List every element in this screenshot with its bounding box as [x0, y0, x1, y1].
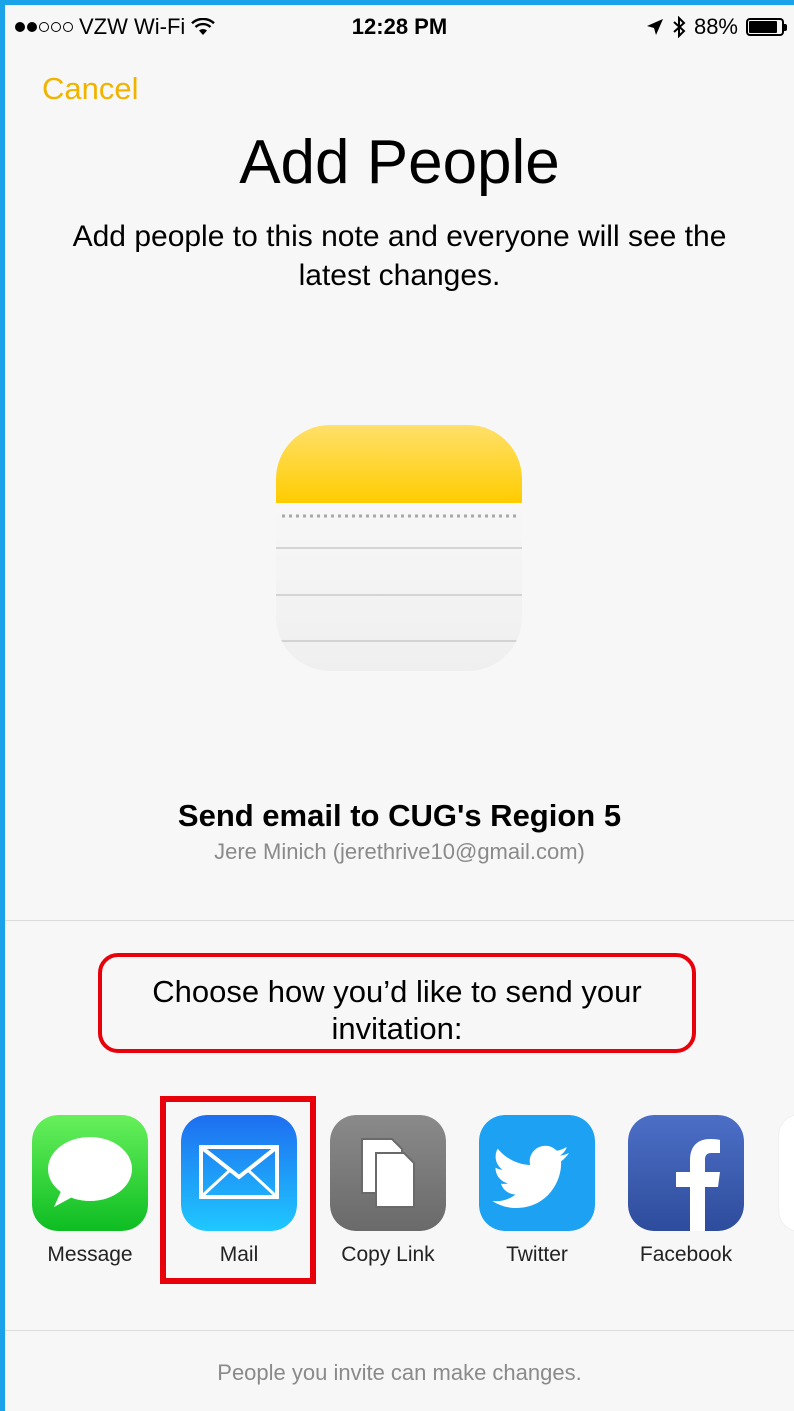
facebook-icon [628, 1115, 744, 1231]
share-app-copy-link[interactable]: Copy Link [330, 1115, 446, 1266]
copy-link-icon [330, 1115, 446, 1231]
divider [5, 1330, 794, 1331]
status-bar: VZW Wi-Fi 12:28 PM 88% [5, 5, 794, 49]
mail-highlight-box [160, 1096, 316, 1284]
battery-icon [746, 18, 787, 36]
cancel-button[interactable]: Cancel [42, 71, 139, 107]
notes-app-icon [276, 425, 522, 671]
divider [5, 920, 794, 921]
choose-prompt: Choose how you’d like to send your invit… [152, 974, 642, 1046]
twitter-icon [479, 1115, 595, 1231]
share-app-message[interactable]: Message [32, 1115, 148, 1266]
message-icon [32, 1115, 148, 1231]
share-app-facebook[interactable]: Facebook [628, 1115, 744, 1266]
page-title: Add People [239, 128, 560, 197]
status-right: 88% [646, 14, 787, 40]
page-subtitle: Add people to this note and everyone wil… [72, 220, 727, 292]
battery-percent: 88% [693, 14, 738, 39]
share-app-twitter[interactable]: Twitter [479, 1115, 595, 1266]
location-arrow-icon [646, 19, 663, 35]
bluetooth-icon [673, 16, 686, 38]
share-app-more[interactable] [779, 1115, 794, 1231]
share-target-title: Send email to CUG's Region 5 [177, 798, 622, 833]
screen: VZW Wi-Fi 12:28 PM 88% Cancel Add People… [5, 5, 794, 1411]
share-app-label: Facebook [639, 1243, 733, 1266]
share-account: Jere Minich (jerethrive10@gmail.com) [214, 839, 585, 864]
footer-note: People you invite can make changes. [217, 1360, 582, 1385]
